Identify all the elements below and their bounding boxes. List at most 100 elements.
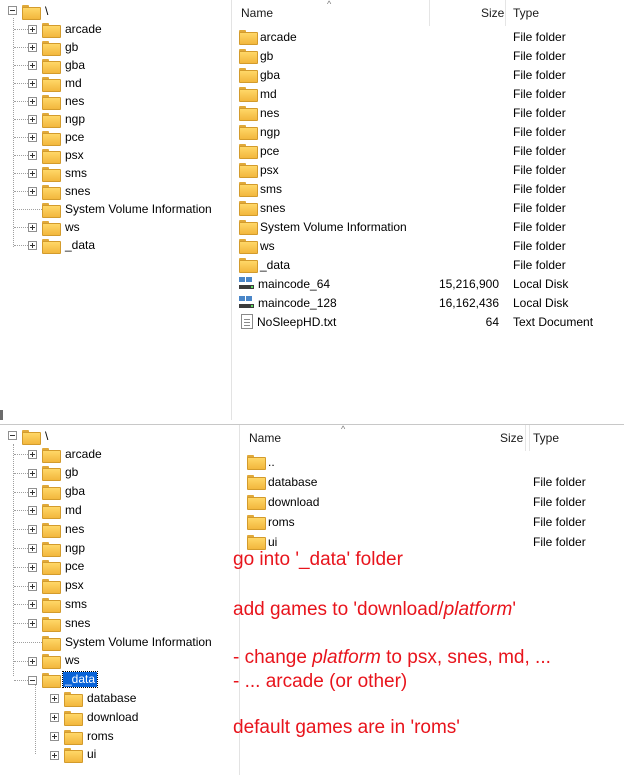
expand-icon[interactable] bbox=[50, 694, 59, 704]
file-row[interactable]: pce File folder bbox=[239, 141, 619, 160]
file-row[interactable]: maincode_64 15,216,900 Local Disk bbox=[239, 274, 619, 293]
expand-icon[interactable] bbox=[28, 581, 37, 591]
tree-subitem[interactable]: download bbox=[30, 708, 140, 726]
tree-guide-line bbox=[14, 566, 28, 568]
folder-icon bbox=[247, 515, 266, 530]
tree-item[interactable]: gb bbox=[8, 38, 80, 56]
tree-subitem[interactable]: database bbox=[30, 689, 138, 707]
file-row[interactable]: arcade File folder bbox=[239, 27, 619, 46]
expand-icon[interactable] bbox=[28, 450, 37, 459]
tree-item[interactable]: nes bbox=[8, 520, 86, 538]
file-row[interactable]: gba File folder bbox=[239, 65, 619, 84]
tree-item[interactable]: psx bbox=[8, 146, 86, 164]
column-header-size[interactable]: Size bbox=[481, 0, 504, 26]
expand-icon[interactable] bbox=[28, 656, 37, 666]
expand-icon[interactable] bbox=[28, 187, 37, 196]
tree-item[interactable]: sms bbox=[8, 164, 89, 182]
column-divider[interactable] bbox=[505, 0, 506, 26]
tree-item[interactable]: ws bbox=[8, 652, 82, 670]
file-row[interactable]: md File folder bbox=[239, 84, 619, 103]
tree-guide-line bbox=[14, 119, 28, 120]
splitter-grip[interactable] bbox=[0, 410, 3, 420]
file-row[interactable]: maincode_128 16,162,436 Local Disk bbox=[239, 293, 619, 312]
expand-icon[interactable] bbox=[28, 487, 37, 497]
column-header-name[interactable]: Name bbox=[241, 0, 273, 26]
file-row[interactable]: nes File folder bbox=[239, 103, 619, 122]
file-row[interactable]: System Volume Information File folder bbox=[239, 217, 619, 236]
column-header-type[interactable]: Type bbox=[533, 425, 559, 451]
expand-icon[interactable] bbox=[28, 97, 37, 106]
expand-icon[interactable] bbox=[28, 600, 37, 610]
column-divider[interactable] bbox=[429, 0, 430, 26]
tree-item[interactable]: sms bbox=[8, 595, 89, 613]
tree-item-label: ngp bbox=[65, 540, 86, 555]
tree-item[interactable]: snes bbox=[8, 182, 92, 200]
tree-item[interactable]: snes bbox=[8, 614, 92, 632]
expand-icon[interactable] bbox=[28, 241, 37, 250]
file-row[interactable]: sms File folder bbox=[239, 179, 619, 198]
file-row[interactable]: roms File folder bbox=[247, 512, 623, 531]
file-row[interactable]: .. bbox=[247, 452, 623, 471]
tree-item[interactable]: ws bbox=[8, 218, 82, 236]
tree-item[interactable]: System Volume Information bbox=[8, 633, 214, 651]
tree-subitem[interactable]: ui bbox=[30, 746, 98, 764]
tree-item[interactable]: psx bbox=[8, 577, 86, 595]
tree-root[interactable]: \ bbox=[8, 427, 50, 445]
expand-icon[interactable] bbox=[50, 732, 59, 741]
file-row[interactable]: psx File folder bbox=[239, 160, 619, 179]
expand-icon[interactable] bbox=[28, 562, 37, 572]
expand-icon[interactable] bbox=[28, 506, 37, 516]
tree-item[interactable]: pce bbox=[8, 558, 86, 576]
expand-icon[interactable] bbox=[28, 151, 37, 160]
expand-icon[interactable] bbox=[28, 544, 37, 553]
tree-item[interactable]: gba bbox=[8, 56, 87, 74]
expand-icon[interactable] bbox=[28, 79, 37, 88]
expand-icon[interactable] bbox=[28, 525, 37, 535]
column-header-name[interactable]: Name bbox=[249, 425, 281, 451]
tree-item[interactable]: gba bbox=[8, 483, 87, 501]
expand-icon[interactable] bbox=[28, 115, 37, 124]
tree-item[interactable]: arcade bbox=[8, 445, 104, 463]
tree-item[interactable]: ngp bbox=[8, 110, 87, 128]
tree-item[interactable]: md bbox=[8, 74, 84, 92]
file-row[interactable]: snes File folder bbox=[239, 198, 619, 217]
file-row[interactable]: NoSleepHD.txt 64 Text Document bbox=[239, 312, 619, 331]
file-row[interactable]: _data File folder bbox=[239, 255, 619, 274]
expand-icon[interactable] bbox=[28, 25, 37, 34]
tree-item[interactable]: ngp bbox=[8, 539, 87, 557]
file-row[interactable]: download File folder bbox=[247, 492, 623, 511]
column-header-type[interactable]: Type bbox=[513, 0, 539, 26]
expand-icon[interactable] bbox=[28, 468, 37, 478]
tree-item[interactable]: _data bbox=[8, 671, 99, 689]
expand-icon[interactable] bbox=[28, 619, 37, 629]
collapse-icon[interactable] bbox=[28, 675, 37, 685]
expand-icon[interactable] bbox=[28, 169, 37, 178]
collapse-icon[interactable] bbox=[8, 431, 17, 440]
expand-icon[interactable] bbox=[28, 223, 37, 232]
tree-item-label: System Volume Information bbox=[65, 634, 212, 649]
tree-item[interactable]: md bbox=[8, 501, 84, 519]
folder-icon bbox=[42, 485, 61, 501]
column-header-size[interactable]: Size bbox=[500, 425, 523, 451]
collapse-icon[interactable] bbox=[8, 6, 17, 15]
expand-icon[interactable] bbox=[28, 43, 37, 52]
expand-icon[interactable] bbox=[28, 133, 37, 142]
expand-icon[interactable] bbox=[28, 61, 37, 70]
file-row[interactable]: ws File folder bbox=[239, 236, 619, 255]
expand-icon[interactable] bbox=[50, 713, 59, 723]
tree-item[interactable]: gb bbox=[8, 464, 80, 482]
file-row[interactable]: database File folder bbox=[247, 472, 623, 491]
expand-icon[interactable] bbox=[50, 750, 59, 760]
tree-subitem[interactable]: roms bbox=[30, 727, 116, 745]
tree-item[interactable]: pce bbox=[8, 128, 86, 146]
tree-item[interactable]: arcade bbox=[8, 20, 104, 38]
file-row[interactable]: ngp File folder bbox=[239, 122, 619, 141]
column-divider[interactable] bbox=[529, 425, 530, 451]
file-row[interactable]: gb File folder bbox=[239, 46, 619, 65]
folder-icon bbox=[42, 130, 61, 146]
tree-root[interactable]: \ bbox=[8, 2, 50, 20]
tree-item[interactable]: _data bbox=[8, 236, 97, 254]
tree-item[interactable]: nes bbox=[8, 92, 86, 110]
column-divider[interactable] bbox=[525, 425, 526, 451]
tree-item[interactable]: System Volume Information bbox=[8, 200, 214, 218]
